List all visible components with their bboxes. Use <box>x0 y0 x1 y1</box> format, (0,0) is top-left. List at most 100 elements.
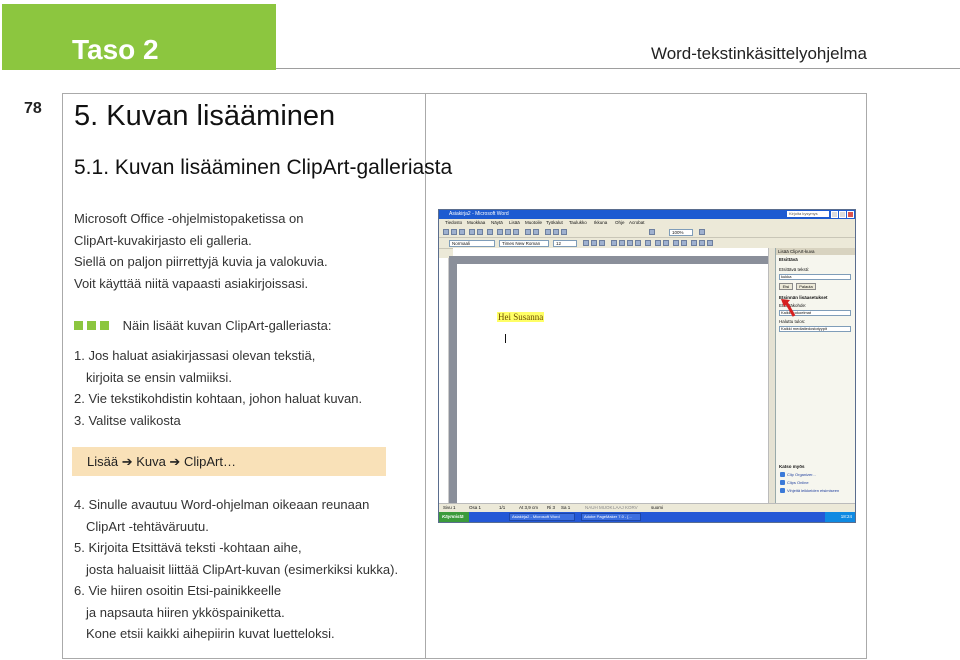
task-word[interactable]: Asiakirja2 - Microsoft Word <box>509 513 575 521</box>
book-title: Word-tekstinkäsittelyohjelma <box>650 44 867 63</box>
status-ovr: KORV <box>625 505 638 510</box>
status-pages: 1/1 <box>499 505 506 510</box>
bullets-icon[interactable] <box>663 240 669 246</box>
new-doc-icon[interactable] <box>443 229 449 235</box>
vertical-ruler <box>439 258 449 506</box>
print-icon[interactable] <box>469 229 475 235</box>
step-line: 4. Sinulle avautuu Word-ohjelman oikeaan… <box>74 497 370 512</box>
green-square-icon <box>87 321 96 330</box>
help-search-box[interactable]: Kirjoita kysymys <box>787 211 829 217</box>
level-tab: Taso 2 <box>2 4 276 70</box>
spelling-icon[interactable] <box>487 229 493 235</box>
header-rule <box>276 68 960 69</box>
paste-icon[interactable] <box>513 229 519 235</box>
border-icon[interactable] <box>691 240 697 246</box>
word-titlebar: Asiakirja2 - Microsoft Word Kirjoita kys… <box>439 210 855 219</box>
step-line: ja napsauta hiiren ykköspainiketta. <box>86 604 285 620</box>
green-square-icon <box>100 321 109 330</box>
document-area: Hei Susanna <box>449 256 777 514</box>
task-pagemaker[interactable]: Adobe PageMaker 7.0 - [... <box>581 513 641 521</box>
menu-item[interactable]: Tiedosto <box>445 220 462 225</box>
paragraph-marks-icon[interactable] <box>649 229 655 235</box>
menu-item[interactable]: Työkalut <box>546 220 563 225</box>
step-line: 5. Kirjoita Etsittävä teksti -kohtaan ai… <box>74 540 302 555</box>
pane-title: Lisää ClipArt-kuva <box>776 248 855 255</box>
status-ext: LAAJ <box>613 505 624 510</box>
font-color-icon[interactable] <box>707 240 713 246</box>
close-icon[interactable] <box>847 211 854 218</box>
menu-item[interactable]: Näytä <box>491 220 503 225</box>
status-rec: NAUH <box>585 505 598 510</box>
columns-icon[interactable] <box>553 229 559 235</box>
restore-button[interactable]: Palauta <box>796 283 816 290</box>
help-tip-icon <box>780 488 785 493</box>
see-also-label: Katso myös <box>779 464 805 469</box>
red-arrow-icon <box>781 299 796 317</box>
drawing-icon[interactable] <box>561 229 567 235</box>
clip-organizer-link[interactable]: Clip Organizer... <box>787 472 816 477</box>
style-combo[interactable]: Normaali <box>449 240 495 247</box>
help-icon[interactable] <box>699 229 705 235</box>
font-combo[interactable]: Times New Roman <box>499 240 549 247</box>
menu-item[interactable]: Acrobat <box>629 220 645 225</box>
line-spacing-icon[interactable] <box>645 240 651 246</box>
intro-text: Microsoft Office -ohjelmistopaketissa on… <box>74 208 364 294</box>
clips-online-link[interactable]: Clips Online <box>787 480 809 485</box>
status-section: Osa 1 <box>469 505 482 510</box>
search-tips-link[interactable]: Vihjeitä leikkeiden etsimiseen <box>787 488 839 493</box>
undo-icon[interactable] <box>525 229 531 235</box>
numbering-icon[interactable] <box>655 240 661 246</box>
save-icon[interactable] <box>459 229 465 235</box>
italic-icon[interactable] <box>591 240 597 246</box>
organizer-icon <box>780 472 785 477</box>
status-page: Sivu 1 <box>443 505 456 510</box>
search-section-label: Etsittävä <box>779 257 798 262</box>
table-icon[interactable] <box>545 229 551 235</box>
justify-icon[interactable] <box>635 240 641 246</box>
cut-icon[interactable] <box>497 229 503 235</box>
bold-icon[interactable] <box>583 240 589 246</box>
font-size-combo[interactable]: 12 <box>553 240 577 247</box>
menu-path: Lisää ➔ Kuva ➔ ClipArt… <box>87 454 236 469</box>
menu-item[interactable]: Muokkaa <box>467 220 485 225</box>
decrease-indent-icon[interactable] <box>673 240 679 246</box>
start-button[interactable]: Käynnistä <box>439 512 469 522</box>
align-right-icon[interactable] <box>627 240 633 246</box>
step-line: 1. Jos haluat asiakirjassasi olevan teks… <box>74 348 316 363</box>
intro-line: ClipArt-kuvakirjasto eli galleria. <box>74 232 252 248</box>
standard-toolbar: 100% <box>439 227 855 238</box>
word-screenshot: Asiakirja2 - Microsoft Word Kirjoita kys… <box>438 209 856 523</box>
increase-indent-icon[interactable] <box>681 240 687 246</box>
highlight-icon[interactable] <box>699 240 705 246</box>
menu-item[interactable]: Muotoile <box>525 220 542 225</box>
intro-line: Siellä on paljon piirrettyjä kuvia ja va… <box>74 254 328 269</box>
clipart-search-input[interactable]: kukka <box>779 274 851 280</box>
results-label: Haluttu tulos: <box>779 319 806 324</box>
align-left-icon[interactable] <box>611 240 617 246</box>
taskbar-clock: 18:24 <box>825 512 855 522</box>
menu-item[interactable]: Ikkuna <box>594 220 607 225</box>
results-select[interactable]: Kaikki mediatiedostotyypit <box>779 326 851 332</box>
windows-taskbar: Käynnistä Asiakirja2 - Microsoft Word Ad… <box>439 512 855 522</box>
search-button[interactable]: Etsi <box>779 283 793 290</box>
step-line: 3. Valitse valikosta <box>74 412 181 428</box>
maximize-icon[interactable] <box>839 211 846 218</box>
menu-item[interactable]: Taulukko <box>569 220 587 225</box>
status-language: suomi <box>651 505 664 510</box>
menu-item[interactable]: Lisää <box>509 220 520 225</box>
align-center-icon[interactable] <box>619 240 625 246</box>
zoom-combo[interactable]: 100% <box>669 229 693 236</box>
menu-item[interactable]: Ohje <box>615 220 625 225</box>
open-icon[interactable] <box>451 229 457 235</box>
document-page[interactable]: Hei Susanna <box>457 264 777 514</box>
redo-icon[interactable] <box>533 229 539 235</box>
howto-title: Näin lisäät kuvan ClipArt-galleriasta: <box>74 318 331 333</box>
intro-line: Voit käyttää niitä vapaasti asiakirjoiss… <box>74 275 309 291</box>
minimize-icon[interactable] <box>831 211 838 218</box>
underline-icon[interactable] <box>599 240 605 246</box>
copy-icon[interactable] <box>505 229 511 235</box>
preview-icon[interactable] <box>477 229 483 235</box>
clipart-task-pane: Lisää ClipArt-kuva Etsittävä Etsittävä t… <box>775 248 855 510</box>
document-text: Hei Susanna <box>497 312 545 322</box>
status-column: Sa 1 <box>561 505 571 510</box>
